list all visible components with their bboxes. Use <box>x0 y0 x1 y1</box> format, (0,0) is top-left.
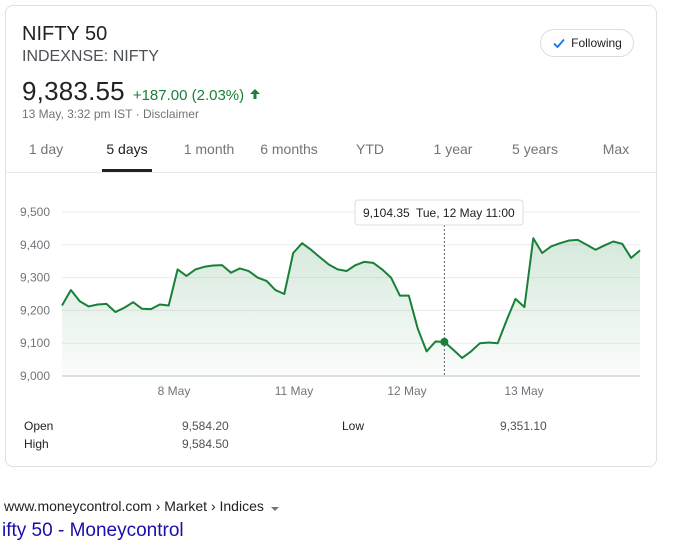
high-value: 9,584.50 <box>182 437 229 451</box>
open-value: 9,584.20 <box>182 419 229 433</box>
result-title-link[interactable]: ifty 50 - Moneycontrol <box>2 520 184 542</box>
y-tick-label: 9,400 <box>20 238 50 252</box>
source-url-text: www.moneycontrol.com › Market › Indices <box>4 498 264 514</box>
y-tick-label: 9,500 <box>20 205 50 219</box>
y-tick-label: 9,200 <box>20 303 50 317</box>
tooltip-date: Tue, 12 May 11:00 <box>416 206 515 220</box>
area-fill <box>62 238 640 376</box>
source-url[interactable]: www.moneycontrol.com › Market › Indices <box>4 498 280 514</box>
x-tick-label: 12 May <box>387 384 426 398</box>
y-tick-label: 9,100 <box>20 336 50 350</box>
price-chart[interactable]: 9,500 9,400 9,300 9,200 9,100 9,000 8 May 11 Ma… <box>6 6 656 406</box>
low-value: 9,351.10 <box>500 419 547 433</box>
caret-down-icon[interactable] <box>270 501 280 511</box>
low-label: Low <box>342 419 365 433</box>
open-label: Open <box>24 419 54 433</box>
x-tick-label: 11 May <box>275 384 313 398</box>
y-tick-label: 9,300 <box>20 271 50 285</box>
tooltip-value: 9,104.35 <box>363 206 410 220</box>
high-label: High <box>24 437 49 451</box>
x-tick-label: 8 May <box>158 384 191 398</box>
stock-card: NIFTY 50 INDEXNSE: NIFTY Following 9,383… <box>5 5 657 467</box>
y-tick-label: 9,000 <box>20 369 50 383</box>
x-tick-label: 13 May <box>504 384 543 398</box>
tooltip-point <box>440 337 449 346</box>
